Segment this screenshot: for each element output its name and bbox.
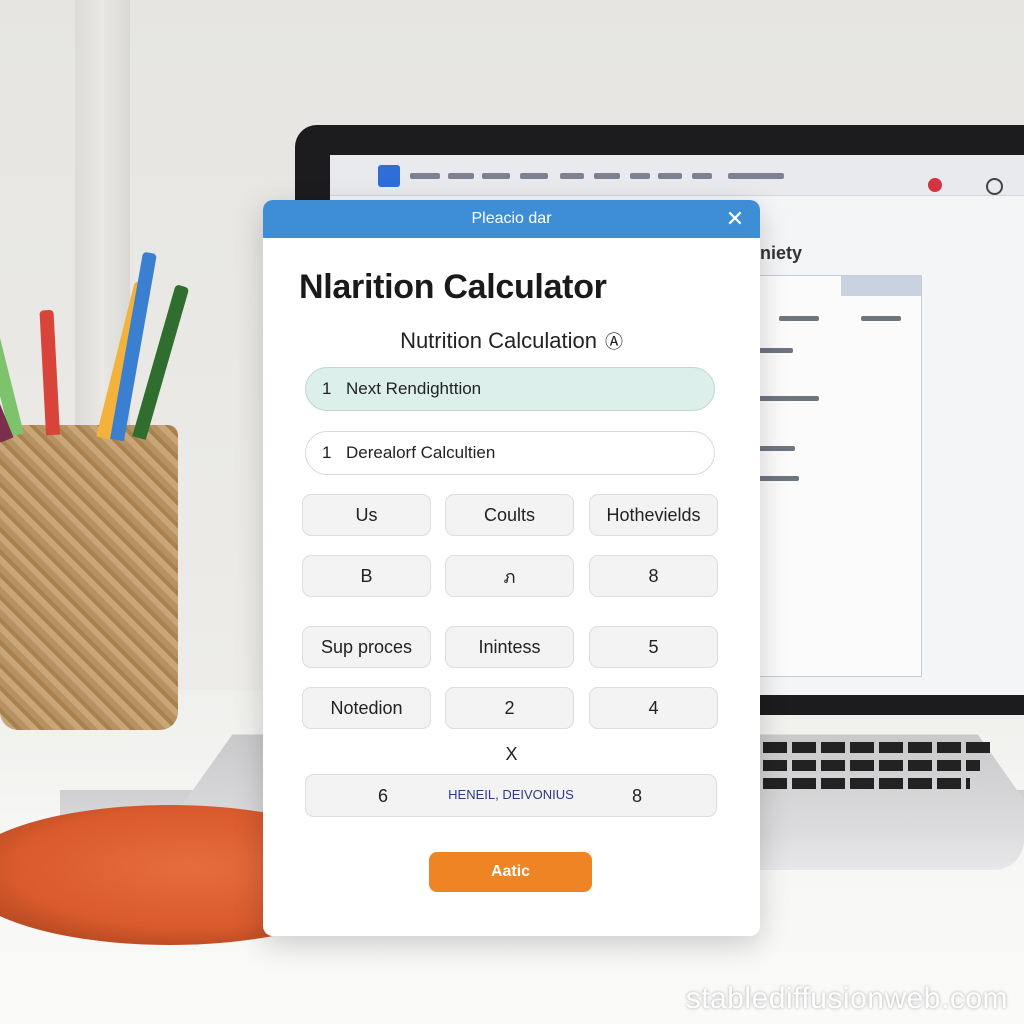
key-button-2[interactable]: 2 xyxy=(445,687,574,729)
screen-table-cell xyxy=(759,476,799,481)
screen-table-cell xyxy=(759,348,793,353)
result-bar[interactable]: 6 HENEIL, DEIVONIUS 8 xyxy=(305,774,717,817)
browser-menu-item xyxy=(560,173,584,179)
key-button-8[interactable]: 8 xyxy=(589,555,718,597)
result-label: HENEIL, DEIVONIUS xyxy=(448,787,574,802)
field-number: 1 xyxy=(322,379,332,398)
watermark: stablediffusionweb.com xyxy=(685,982,1008,1015)
option-button-inintess[interactable]: Inintess xyxy=(445,626,574,668)
option-button-coults[interactable]: Coults xyxy=(445,494,574,536)
key-button-5[interactable]: 5 xyxy=(589,626,718,668)
input-field-next-rendighttion[interactable]: 1 Next Rendighttion xyxy=(305,367,715,411)
screen-table-cell xyxy=(861,316,901,321)
subtitle: Nutrition Calculation Ⓐ xyxy=(263,328,760,354)
screen-table-cell xyxy=(759,446,795,451)
browser-menu-item xyxy=(728,173,784,179)
camera-icon xyxy=(986,178,1003,195)
key-button-b[interactable]: B xyxy=(302,555,431,597)
record-icon xyxy=(928,178,942,192)
page-title: Nlarition Calculator xyxy=(299,268,607,306)
screen-table xyxy=(750,275,922,677)
browser-menu-item xyxy=(658,173,682,179)
multiply-sign: X xyxy=(505,744,518,764)
field-label: Next Rendighttion xyxy=(346,379,482,398)
subtitle-text: Nutrition Calculation xyxy=(400,328,597,353)
key-button-4[interactable]: 4 xyxy=(589,687,718,729)
input-field-derealorf-calcultien[interactable]: 1 Derealorf Calcultien xyxy=(305,431,715,475)
field-label: Derealorf Calcultien xyxy=(346,443,496,462)
action-button[interactable]: Aatic xyxy=(429,852,592,892)
dialog-header-title: Pleacio dar xyxy=(471,210,552,227)
browser-menu-item xyxy=(594,173,620,179)
option-button-sup-proces[interactable]: Sup proces xyxy=(302,626,431,668)
browser-menu-item xyxy=(482,173,510,179)
pencil-basket xyxy=(0,425,178,730)
info-icon[interactable]: Ⓐ xyxy=(605,328,623,354)
key-button-symbol[interactable]: ภ xyxy=(445,555,574,597)
browser-menu-item xyxy=(630,173,650,179)
option-button-us[interactable]: Us xyxy=(302,494,431,536)
browser-toolbar xyxy=(330,155,1024,196)
nutrition-calculator-dialog: Pleacio dar ✕ Nlarition Calculator Nutri… xyxy=(263,200,760,936)
option-button-notedion[interactable]: Notedion xyxy=(302,687,431,729)
result-right-value: 8 xyxy=(632,786,643,806)
browser-menu-item xyxy=(520,173,548,179)
pencil xyxy=(39,309,60,436)
browser-menu-item xyxy=(410,173,440,179)
screen-table-cell xyxy=(759,396,819,401)
close-icon[interactable]: ✕ xyxy=(722,206,748,232)
dialog-header: Pleacio dar ✕ xyxy=(263,200,760,238)
screen-table-header xyxy=(841,276,921,296)
screen-heading: niety xyxy=(760,243,803,263)
screen-table-cell xyxy=(779,316,819,321)
field-number: 1 xyxy=(322,443,332,462)
browser-tab-icon xyxy=(378,165,400,187)
browser-menu-item xyxy=(692,173,712,179)
option-button-hothevields[interactable]: Hothevields xyxy=(589,494,718,536)
browser-menu-item xyxy=(448,173,474,179)
